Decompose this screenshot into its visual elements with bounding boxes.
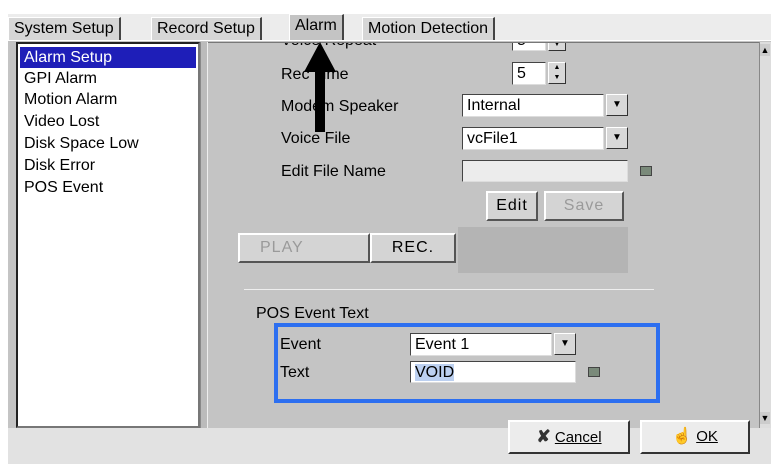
play-button[interactable]: PLAY bbox=[238, 233, 370, 263]
tab-system-setup[interactable]: System Setup bbox=[8, 17, 121, 40]
sidebar-item-disk-error[interactable]: Disk Error bbox=[20, 155, 196, 176]
dropdown-arrow-icon[interactable]: ▼ bbox=[606, 94, 628, 116]
tab-motion-detection[interactable]: Motion Detection bbox=[362, 17, 496, 40]
sidebar-item-disk-space-low[interactable]: Disk Space Low bbox=[20, 133, 196, 154]
section-divider bbox=[244, 289, 654, 290]
ok-button[interactable]: ☝ OK bbox=[640, 420, 750, 454]
voice-repeat-field[interactable]: 5 bbox=[512, 43, 546, 51]
sidebar-item-gpi-alarm[interactable]: GPI Alarm bbox=[20, 68, 196, 89]
tab-record-setup[interactable]: Record Setup bbox=[151, 17, 262, 40]
ok-hand-icon: ☝ bbox=[672, 428, 693, 445]
sidebar-item-motion-alarm[interactable]: Motion Alarm bbox=[20, 89, 196, 110]
cancel-x-icon: ✘ bbox=[536, 427, 551, 446]
ok-label: OK bbox=[696, 428, 718, 445]
tab-alarm[interactable]: Alarm bbox=[289, 14, 344, 41]
voice-file-label: Voice File bbox=[281, 130, 351, 147]
dropdown-arrow-icon[interactable]: ▼ bbox=[606, 127, 628, 149]
save-button[interactable]: Save bbox=[544, 191, 624, 221]
modem-speaker-label: Modem Speaker bbox=[281, 98, 399, 115]
tab-divider bbox=[8, 40, 771, 41]
sidebar-item-pos-event[interactable]: POS Event bbox=[20, 177, 196, 198]
voice-repeat-spinner-icon[interactable]: ▲▼ bbox=[548, 43, 566, 51]
cancel-button[interactable]: ✘ Cancel bbox=[508, 420, 630, 454]
arrow-up-icon bbox=[304, 42, 336, 132]
rec-time-spinner-icon[interactable]: ▲ ▼ bbox=[548, 62, 566, 84]
edit-file-name-field[interactable] bbox=[462, 160, 628, 182]
sidebar-item-video-lost[interactable]: Video Lost bbox=[20, 111, 196, 132]
modem-speaker-select[interactable]: Internal bbox=[462, 94, 604, 117]
rec-time-field[interactable]: 5 bbox=[512, 62, 546, 85]
pos-highlight-box bbox=[274, 323, 660, 403]
content-scrollbar[interactable] bbox=[759, 42, 771, 428]
voice-file-select[interactable]: vcFile1 bbox=[462, 127, 604, 150]
recording-status-area bbox=[458, 227, 628, 273]
rec-button[interactable]: REC. bbox=[370, 233, 456, 263]
cancel-label: Cancel bbox=[554, 429, 602, 446]
scroll-up-icon[interactable]: ▲ bbox=[760, 44, 770, 56]
edit-button[interactable]: Edit bbox=[486, 191, 538, 221]
sidebar-scrollbar[interactable] bbox=[200, 42, 208, 428]
edit-file-name-label: Edit File Name bbox=[281, 163, 386, 180]
pos-section-title: POS Event Text bbox=[256, 305, 369, 322]
alarm-category-list: Alarm Setup GPI Alarm Motion Alarm Video… bbox=[16, 42, 200, 428]
scroll-down-icon[interactable]: ▼ bbox=[760, 412, 770, 424]
sidebar-item-alarm-setup[interactable]: Alarm Setup bbox=[20, 47, 196, 68]
keyboard-icon[interactable] bbox=[640, 166, 652, 176]
clipped-row: Voice Repeat 5 ▲▼ bbox=[208, 43, 759, 51]
